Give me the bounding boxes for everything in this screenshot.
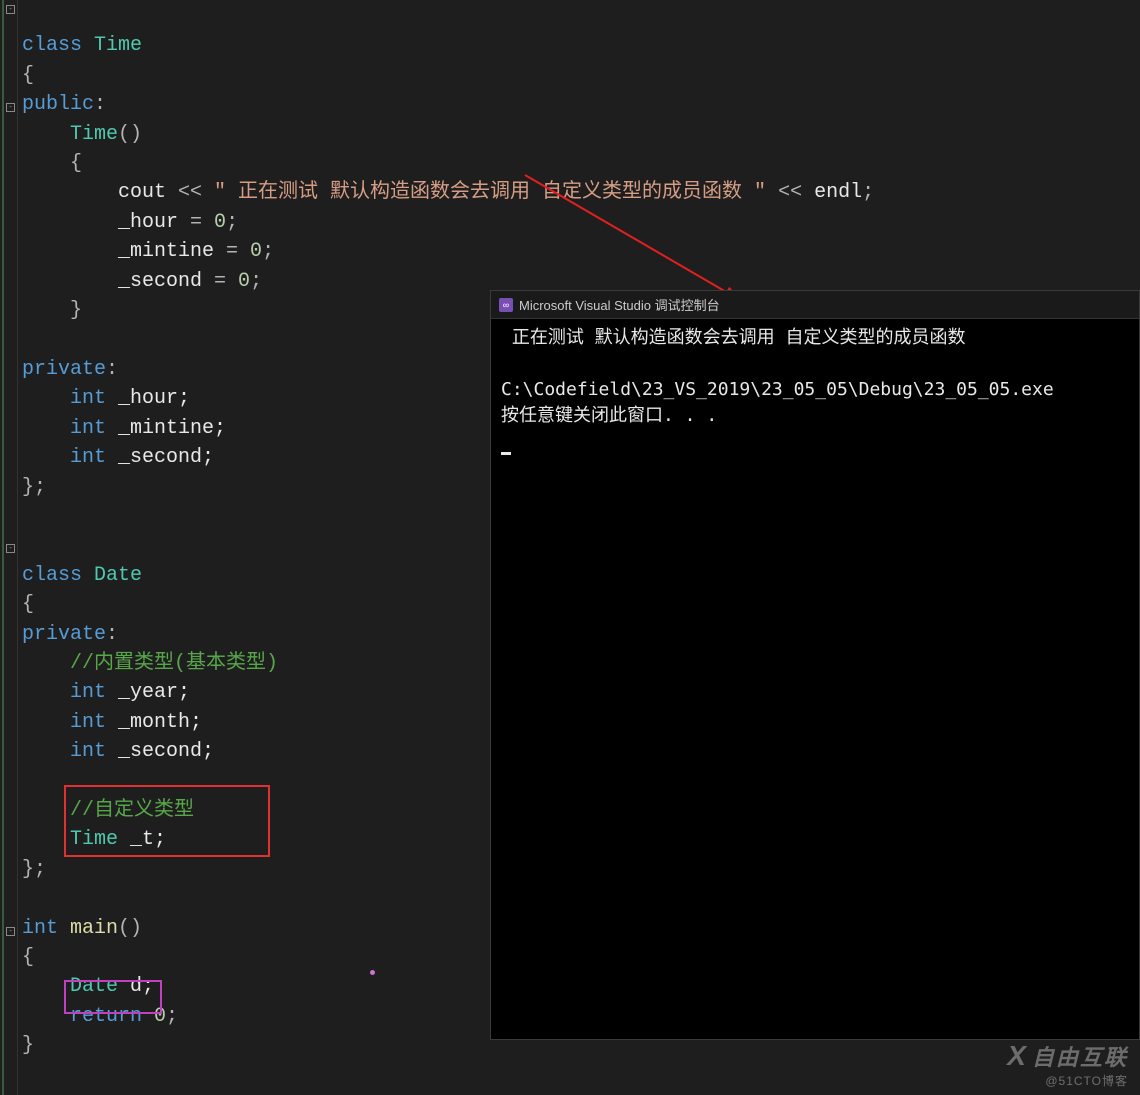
fold-marker[interactable]: - — [6, 544, 15, 553]
keyword-private: private — [22, 358, 106, 381]
type-time: Time — [94, 34, 142, 57]
annotation-dot — [370, 970, 375, 975]
fold-marker[interactable]: - — [6, 927, 15, 936]
func-main: main — [58, 917, 118, 940]
type-date: Date — [94, 564, 142, 587]
console-cursor — [501, 452, 511, 455]
console-output: 正在测试 默认构造函数会去调用 自定义类型的成员函数 C:\Codefield\… — [491, 319, 1139, 461]
fold-marker[interactable]: - — [6, 5, 15, 14]
ctor-time: Time — [70, 123, 118, 146]
brace: { — [22, 64, 34, 87]
comment-builtin: //内置类型(基本类型) — [70, 652, 278, 675]
ident-cout: cout — [118, 181, 178, 204]
console-title-text: Microsoft Visual Studio 调试控制台 — [519, 295, 720, 314]
vs-icon: ∞ — [499, 298, 513, 312]
debug-console-window[interactable]: ∞ Microsoft Visual Studio 调试控制台 正在测试 默认构… — [490, 290, 1140, 1040]
fold-marker[interactable]: - — [6, 103, 15, 112]
keyword-class: class — [22, 34, 82, 57]
console-titlebar[interactable]: ∞ Microsoft Visual Studio 调试控制台 — [491, 291, 1139, 319]
comment-custom: //自定义类型 — [70, 799, 194, 822]
keyword-public: public — [22, 93, 94, 116]
string-literal: " 正在测试 默认构造函数会去调用 自定义类型的成员函数 " — [214, 181, 766, 204]
watermark: X自由互联 @51CTO博客 — [1007, 1040, 1128, 1089]
fold-gutter: - - - - — [0, 0, 18, 1095]
